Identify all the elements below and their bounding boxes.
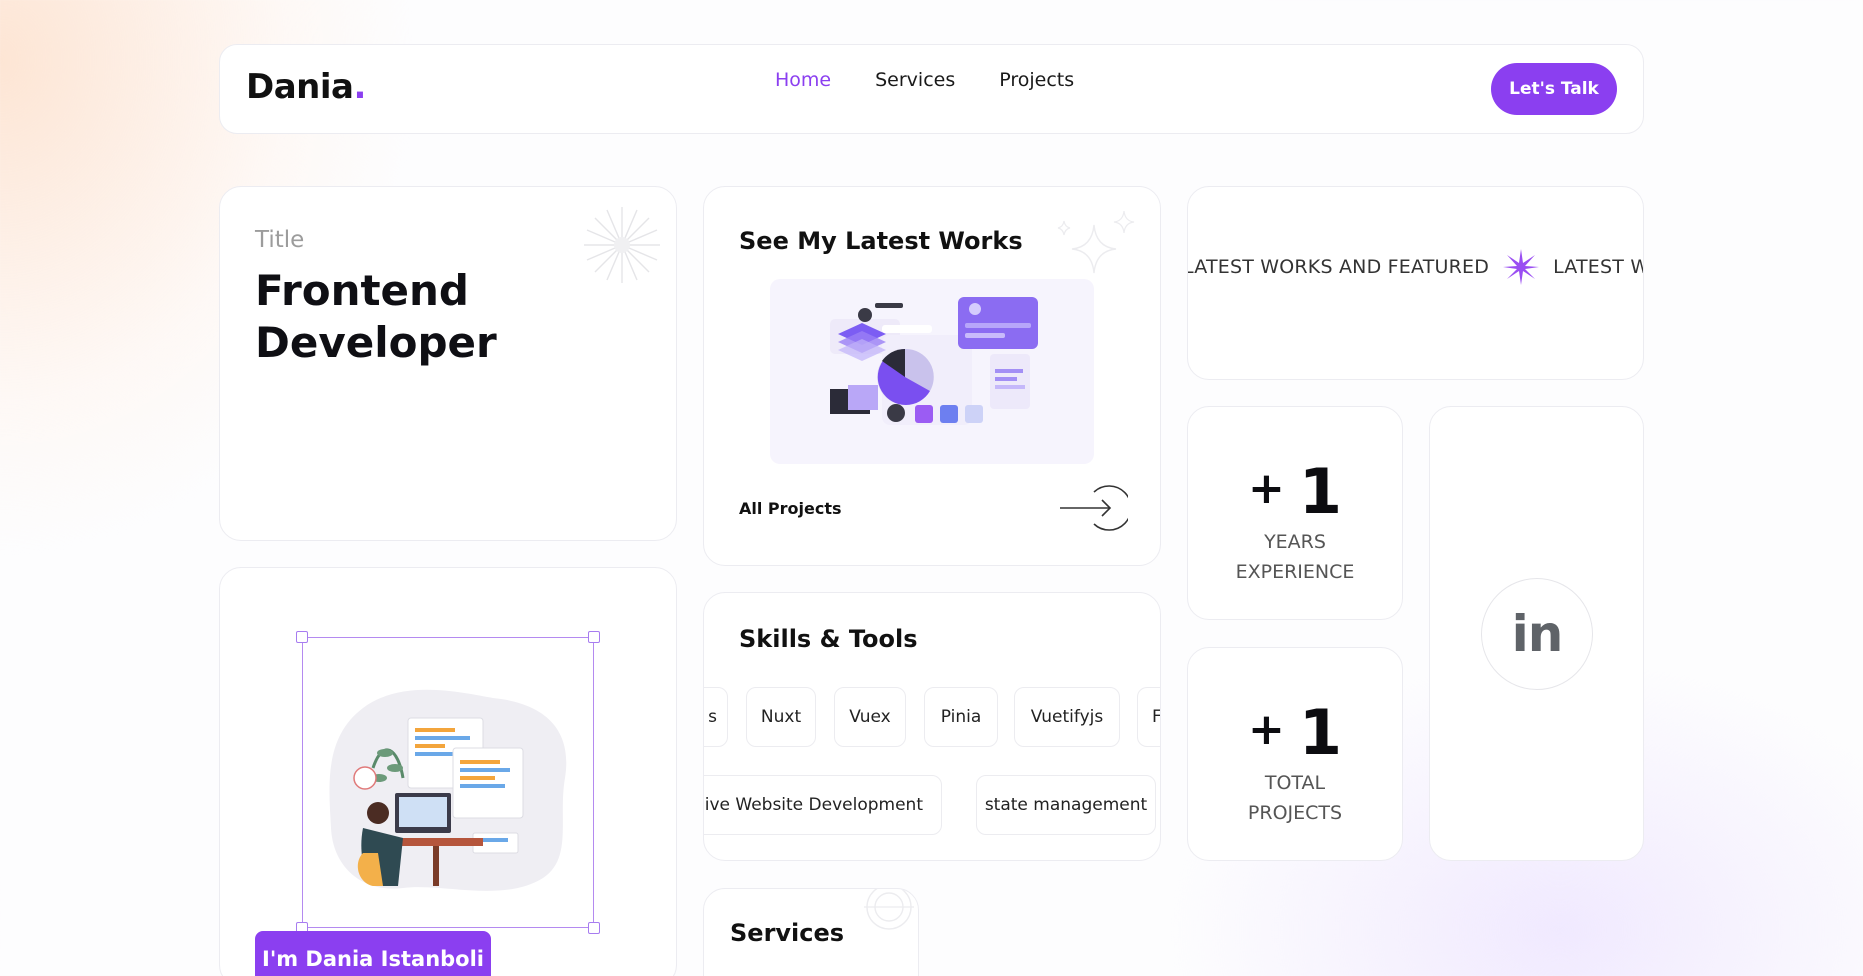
marquee-card: LATEST WORKS AND FEATURED LATEST WORKS (1187, 186, 1644, 380)
resize-handle[interactable] (296, 631, 308, 643)
stat-value: +1 (1188, 455, 1402, 528)
linkedin-icon[interactable]: in (1481, 578, 1593, 690)
skill-chip: Pinia (924, 687, 998, 747)
logo-dot: . (353, 67, 366, 107)
all-projects-link[interactable]: All Projects (739, 499, 842, 518)
services-title: Services (730, 919, 845, 947)
developer-illustration (329, 689, 567, 891)
stat-label-line1: TOTAL (1264, 772, 1326, 794)
stat-label-line2: EXPERIENCE (1235, 561, 1355, 583)
role-title-line2: Developer (255, 318, 497, 367)
nav-link-services[interactable]: Services (875, 69, 955, 91)
avatar-selection-frame (302, 637, 594, 928)
resize-handle[interactable] (588, 631, 600, 643)
stat-label: YEARS EXPERIENCE (1188, 527, 1402, 587)
title-label: Title (255, 227, 305, 253)
stat-label-line2: PROJECTS (1247, 802, 1343, 824)
navbar: Dania. Home Services Projects Let's Talk (219, 44, 1644, 134)
skills-title: Skills & Tools (739, 625, 918, 653)
star-burst-icon (1503, 249, 1540, 285)
skill-chip: Vuetifyjs (1014, 687, 1120, 747)
works-title: See My Latest Works (739, 227, 1023, 255)
sparkle-icon (864, 889, 914, 930)
title-card: Title Frontend Developer (219, 186, 677, 541)
stat-label-line1: YEARS (1264, 531, 1326, 553)
nav-link-home[interactable]: Home (775, 69, 831, 91)
skills-card: Skills & Tools s Nuxt Vuex Pinia Vuetify… (703, 592, 1161, 861)
arrow-right-circle-icon[interactable] (1058, 485, 1128, 531)
lets-talk-button[interactable]: Let's Talk (1491, 63, 1617, 115)
sparkle-icon (1057, 210, 1135, 274)
stat-card-projects: +1 TOTAL PROJECTS (1187, 647, 1403, 861)
logo-text: Dania (246, 67, 354, 107)
marquee-row: LATEST WORKS AND FEATURED LATEST WORKS (1187, 249, 1643, 285)
name-badge[interactable]: I'm Dania Istanboli (255, 931, 491, 976)
stat-label: TOTAL PROJECTS (1188, 768, 1402, 828)
stat-card-experience: +1 YEARS EXPERIENCE (1187, 406, 1403, 620)
linkedin-card: in (1429, 406, 1644, 861)
skill-chip: F (1137, 687, 1160, 747)
skill-chip: state management (976, 775, 1156, 835)
sparkle-icon (584, 207, 660, 283)
role-title-line1: Frontend (255, 266, 469, 315)
works-illustration (770, 279, 1094, 464)
nav-links: Home Services Projects (775, 69, 1074, 91)
logo[interactable]: Dania. (246, 67, 366, 107)
stat-prefix: + (1247, 704, 1285, 755)
latest-works-card: See My Latest Works All Projects (703, 186, 1161, 566)
skill-chip: Nuxt (746, 687, 816, 747)
profile-card: I'm Dania Istanboli (219, 567, 677, 976)
stat-value: +1 (1188, 696, 1402, 769)
stat-prefix: + (1247, 463, 1285, 514)
services-card: Services (703, 888, 919, 976)
nav-link-projects[interactable]: Projects (999, 69, 1074, 91)
resize-handle[interactable] (588, 922, 600, 934)
stat-number: 1 (1298, 696, 1342, 769)
marquee-item: LATEST WORKS (1553, 256, 1643, 278)
marquee-item: LATEST WORKS AND FEATURED (1187, 256, 1490, 278)
skill-chip: s (704, 687, 728, 747)
role-title: Frontend Developer (255, 265, 585, 369)
skill-chip: Vuex (834, 687, 906, 747)
skill-chip: ponsive Website Development (704, 775, 942, 835)
stat-number: 1 (1298, 455, 1342, 528)
